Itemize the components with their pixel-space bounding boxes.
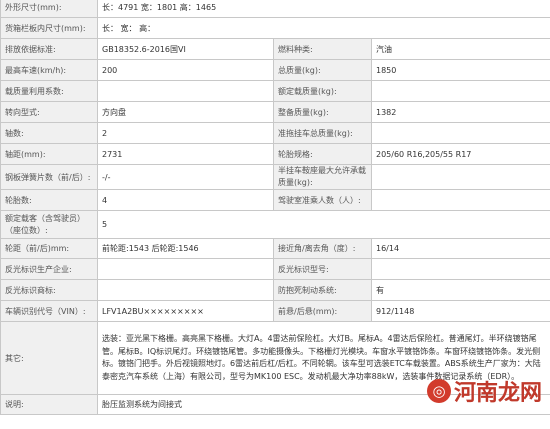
field-label: 总质量(kg):	[273, 59, 372, 81]
spec-row: 轮胎数: 4 驾驶室准乘人数（人）:	[0, 189, 550, 211]
field-value: 912/1148	[370, 300, 550, 322]
field-label: 轴数:	[0, 122, 98, 144]
field-label: 接近角/离去角（度）:	[273, 238, 372, 259]
field-label: 半挂车鞍座最大允许承载质量(kg):	[273, 164, 372, 190]
spec-row: 钢板弹簧片数（前/后）: -/- 半挂车鞍座最大允许承载质量(kg):	[0, 164, 550, 190]
field-label: 反光标识商标:	[0, 279, 98, 301]
field-value: 1850	[370, 59, 550, 81]
field-value: 有	[370, 279, 550, 301]
spec-row: 轴数: 2 准拖挂车总质量(kg):	[0, 122, 550, 144]
field-label: 车辆识别代号（VIN）:	[0, 300, 98, 322]
field-value: GB18352.6-2016国VI	[97, 38, 274, 60]
field-value	[97, 80, 274, 102]
field-value: 1382	[370, 101, 550, 123]
spec-row: 车辆识别代号（VIN）: LFV1A2BU××××××××× 前悬/后悬(mm): 9…	[0, 300, 550, 322]
spec-row: 外形尺寸(mm): 长：4791 宽：1801 高：1465	[0, 0, 550, 18]
spec-row: 轴距(mm): 2731 轮胎规格: 205/60 R16,205/55 R17	[0, 143, 550, 165]
field-label: 防抱死制动系统:	[273, 279, 372, 301]
field-value: 16/14	[370, 238, 550, 259]
field-label: 载质量利用系数:	[0, 80, 98, 102]
watermark-text: 河南龙网	[453, 380, 542, 406]
field-value: 4	[97, 189, 274, 211]
field-label: 排放依据标准:	[0, 38, 98, 60]
field-value: LFV1A2BU×××××××××	[97, 300, 274, 322]
field-label: 驾驶室准乘人数（人）:	[273, 189, 372, 211]
field-value: 汽油	[370, 38, 550, 60]
spec-row: 轮距（前/后)mm: 前轮距:1543 后轮距:1546 接近角/离去角（度）: 16…	[0, 238, 550, 259]
field-label: 额定载质量(kg):	[273, 80, 372, 102]
note-label: 说明:	[0, 394, 98, 415]
spec-row: 反光标识商标: 防抱死制动系统: 有	[0, 279, 550, 301]
field-label: 前悬/后悬(mm):	[273, 300, 372, 322]
field-label: 反光标识生产企业:	[0, 258, 98, 280]
field-value	[370, 164, 550, 190]
field-value	[97, 258, 274, 280]
field-label: 最高车速(km/h):	[0, 59, 98, 81]
field-label: 额定载客（含驾驶员）（座位数）:	[0, 210, 98, 239]
watermark-logo-icon: ◎	[426, 379, 451, 403]
field-value: 205/60 R16,205/55 R17	[370, 143, 550, 165]
field-label: 钢板弹簧片数（前/后）:	[0, 164, 98, 190]
field-value	[97, 279, 274, 301]
field-label: 转向型式:	[0, 101, 98, 123]
watermark: ◎ 河南龙网	[426, 375, 542, 407]
field-label: 准拖挂车总质量(kg):	[273, 122, 372, 144]
field-value	[370, 258, 550, 280]
field-value: 200	[97, 59, 274, 81]
field-value	[370, 189, 550, 211]
field-value: -/-	[97, 164, 274, 190]
spec-row: 货箱栏板内尺寸(mm): 长： 宽： 高：	[0, 17, 550, 39]
field-label: 轮距（前/后)mm:	[0, 238, 98, 259]
field-label: 反光标识型号:	[273, 258, 372, 280]
field-value: 长：4791 宽：1801 高：1465	[96, 0, 550, 18]
other-label: 其它:	[0, 321, 98, 395]
spec-row: 最高车速(km/h): 200 总质量(kg): 1850	[0, 59, 550, 81]
field-label: 轴距(mm):	[0, 143, 98, 165]
field-value	[370, 80, 550, 102]
field-value: 2	[97, 122, 274, 144]
spec-table: 外形尺寸(mm): 长：4791 宽：1801 高：1465 货箱栏板内尺寸(mm)…	[0, 0, 550, 415]
field-value: 5	[96, 210, 550, 239]
field-label: 整备质量(kg):	[273, 101, 372, 123]
spec-row: 排放依据标准: GB18352.6-2016国VI 燃料种类: 汽油	[0, 38, 550, 60]
field-value	[370, 122, 550, 144]
field-value: 方向盘	[97, 101, 274, 123]
field-value: 长： 宽： 高：	[96, 17, 550, 39]
field-label: 外形尺寸(mm):	[0, 0, 98, 18]
field-label: 轮胎数:	[0, 189, 98, 211]
field-value: 前轮距:1543 后轮距:1546	[97, 238, 274, 259]
field-label: 货箱栏板内尺寸(mm):	[0, 17, 98, 39]
spec-row: 载质量利用系数: 额定载质量(kg):	[0, 80, 550, 102]
field-value: 2731	[97, 143, 274, 165]
field-label: 轮胎规格:	[273, 143, 372, 165]
spec-row: 额定载客（含驾驶员）（座位数）: 5	[0, 210, 550, 239]
field-label: 燃料种类:	[273, 38, 372, 60]
spec-row: 反光标识生产企业: 反光标识型号:	[0, 258, 550, 280]
spec-row: 转向型式: 方向盘 整备质量(kg): 1382	[0, 101, 550, 123]
